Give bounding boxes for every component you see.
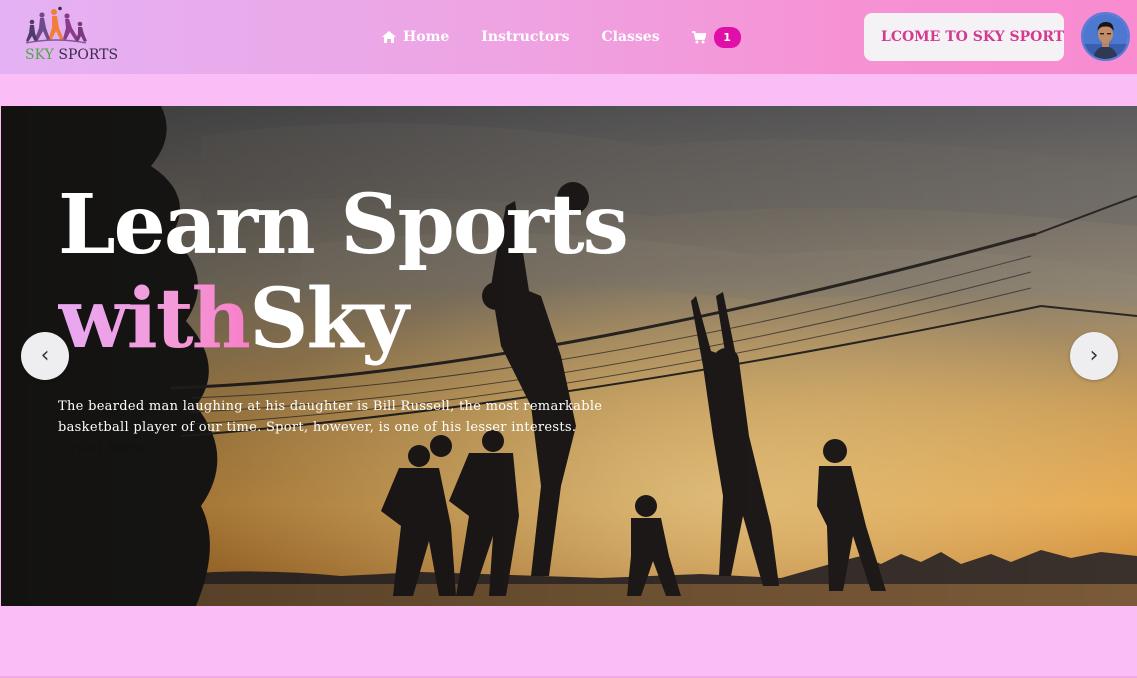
logo-text-sky: SKY (25, 47, 54, 63)
logo-text: SKY SPORTS (25, 47, 118, 63)
carousel-prev-button[interactable]: ‹ (21, 332, 69, 380)
cart-icon (691, 30, 706, 43)
hero-title-accent: with (58, 271, 251, 367)
hero-title-line2: withSky (58, 272, 758, 366)
user-avatar[interactable] (1081, 12, 1130, 61)
cart-button[interactable]: 1 (691, 26, 741, 48)
chevron-right-icon: › (1089, 343, 1099, 368)
welcome-button[interactable]: LCOME TO SKY SPORTS (864, 13, 1064, 61)
hero-title: Learn Sports withSky (58, 178, 758, 366)
hero-description: The bearded man laughing at his daughter… (58, 396, 618, 459)
cart-count-badge: 1 (713, 26, 741, 48)
avatar-photo (1083, 14, 1128, 59)
home-icon (382, 31, 396, 43)
athletes-silhouette-icon (25, 6, 87, 44)
welcome-text: LCOME TO SKY SPORTS (881, 29, 1064, 45)
nav-home-link[interactable]: Home (381, 29, 449, 45)
logo-text-sports: SPORTS (53, 47, 119, 63)
nav-classes-link[interactable]: Classes (602, 29, 660, 45)
main-nav: Home Instructors Classes 1 (381, 26, 741, 48)
hero-description-text: The bearded man laughing at his daughter… (58, 399, 603, 435)
navbar: SKY SPORTS Home Instructors Classes 1 LC… (0, 0, 1137, 74)
site-logo[interactable]: SKY SPORTS (22, 6, 118, 66)
carousel-next-button[interactable]: › (1070, 332, 1118, 380)
nav-home-label: Home (403, 29, 450, 45)
read-more-link[interactable]: ...read More (58, 441, 143, 456)
hero-carousel: Learn Sports withSky The bearded man lau… (1, 106, 1137, 606)
hero-title-brand: Sky (249, 271, 409, 367)
hero-title-line1: Learn Sports (58, 177, 629, 273)
chevron-left-icon: ‹ (40, 343, 50, 368)
nav-instructors-link[interactable]: Instructors (481, 29, 569, 45)
